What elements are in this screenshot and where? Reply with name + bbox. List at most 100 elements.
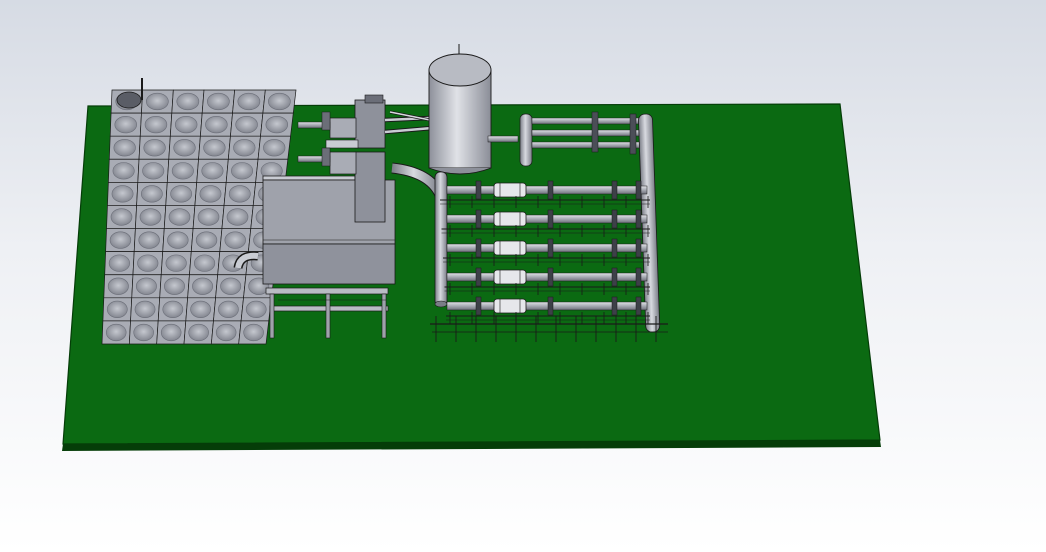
valve-body[interactable] bbox=[547, 296, 554, 316]
tank-panel bbox=[105, 228, 136, 252]
tank-manhole bbox=[116, 91, 142, 109]
skid-leg bbox=[381, 293, 387, 339]
tank-panel bbox=[157, 297, 189, 322]
manifold-riser bbox=[519, 113, 533, 167]
tank-panel bbox=[135, 205, 167, 229]
tank-panel bbox=[139, 112, 173, 137]
tank-panel bbox=[104, 251, 135, 276]
valve-body bbox=[321, 111, 331, 131]
manifold-pipe bbox=[531, 117, 643, 125]
tank-panel bbox=[185, 297, 216, 322]
tank-panel bbox=[198, 135, 231, 160]
valve-body[interactable] bbox=[547, 209, 554, 229]
valve-body bbox=[591, 111, 599, 153]
tank-panel bbox=[201, 89, 236, 114]
valve-body[interactable] bbox=[635, 209, 642, 229]
valve-body[interactable] bbox=[475, 180, 482, 200]
tank-panel bbox=[199, 112, 233, 137]
tank-panel bbox=[166, 158, 199, 183]
valve-body bbox=[321, 147, 331, 167]
tank-panel bbox=[103, 274, 134, 299]
tank-panel bbox=[257, 135, 291, 160]
tank-panel bbox=[227, 135, 261, 160]
tank-panel bbox=[223, 182, 257, 206]
tank-panel bbox=[183, 320, 214, 345]
tank-panel bbox=[225, 158, 259, 183]
tank-panel bbox=[136, 182, 168, 206]
tank-panel bbox=[107, 158, 140, 183]
tank-panel bbox=[109, 112, 142, 137]
filter-housing[interactable] bbox=[493, 298, 527, 314]
skid-enclosure-top bbox=[262, 175, 356, 181]
valve-body[interactable] bbox=[475, 267, 482, 287]
tank-panel bbox=[107, 182, 139, 206]
tank-panel bbox=[221, 205, 254, 229]
skid-leg bbox=[269, 293, 275, 339]
valve-body[interactable] bbox=[635, 238, 642, 258]
tank-panel bbox=[163, 205, 196, 229]
valve-body bbox=[629, 113, 637, 155]
pump-motor bbox=[354, 151, 386, 223]
valve-body[interactable] bbox=[475, 209, 482, 229]
tank-panel bbox=[210, 320, 242, 345]
tank-panel bbox=[194, 182, 227, 206]
valve-body[interactable] bbox=[611, 180, 618, 200]
valve-body[interactable] bbox=[635, 296, 642, 316]
valve-body[interactable] bbox=[611, 238, 618, 258]
tank-panel bbox=[192, 205, 225, 229]
valve-body[interactable] bbox=[611, 267, 618, 287]
filter-housing[interactable] bbox=[493, 211, 527, 227]
pump-motor-cap bbox=[364, 94, 384, 104]
valve-body[interactable] bbox=[611, 209, 618, 229]
tank-panel bbox=[260, 112, 294, 137]
valve-body[interactable] bbox=[635, 180, 642, 200]
tank-panel bbox=[133, 228, 165, 252]
tank-panel bbox=[102, 297, 133, 322]
tank-panel bbox=[156, 320, 187, 345]
valve-body[interactable] bbox=[547, 238, 554, 258]
tank-panel bbox=[137, 158, 170, 183]
tank-panel bbox=[108, 135, 141, 160]
valve-body[interactable] bbox=[475, 238, 482, 258]
skid-frame-rail bbox=[265, 287, 389, 295]
vessel-outlet bbox=[487, 135, 519, 143]
tank-panel bbox=[230, 112, 264, 137]
tank-panel bbox=[130, 297, 161, 322]
valve-body[interactable] bbox=[611, 296, 618, 316]
tank-panel bbox=[232, 89, 266, 114]
vessel-top bbox=[428, 53, 492, 87]
valve-body[interactable] bbox=[635, 267, 642, 287]
tank-panel bbox=[165, 182, 198, 206]
pump-base bbox=[325, 139, 359, 149]
pump-head bbox=[329, 117, 357, 139]
tank-panel bbox=[168, 135, 201, 160]
valve-body[interactable] bbox=[475, 296, 482, 316]
tank-panel bbox=[128, 320, 159, 345]
tank-panel bbox=[189, 251, 221, 276]
tank-panel bbox=[213, 297, 244, 322]
tank-panel bbox=[215, 274, 247, 299]
tank-panel bbox=[262, 89, 297, 114]
tank-panel bbox=[159, 274, 190, 299]
tank-panel bbox=[187, 274, 219, 299]
skid-leg bbox=[325, 293, 331, 339]
pump-motor bbox=[354, 99, 386, 149]
tank-panel bbox=[219, 228, 252, 252]
graphics-viewport[interactable] bbox=[0, 0, 1046, 552]
cad-model-view[interactable] bbox=[0, 0, 1046, 552]
tank-panel bbox=[169, 112, 203, 137]
manifold-pipe bbox=[531, 141, 643, 149]
skid-enclosure-lower bbox=[262, 243, 396, 285]
tank-panel bbox=[141, 89, 174, 114]
filter-housing[interactable] bbox=[493, 269, 527, 285]
filter-housing[interactable] bbox=[493, 182, 527, 198]
tank-panel bbox=[162, 228, 194, 252]
tank-panel bbox=[138, 135, 171, 160]
tank-panel bbox=[101, 320, 131, 345]
valve-body[interactable] bbox=[547, 180, 554, 200]
tank-panel bbox=[190, 228, 223, 252]
filter-housing[interactable] bbox=[493, 240, 527, 256]
tank-panel bbox=[196, 158, 229, 183]
tank-panel bbox=[171, 89, 205, 114]
valve-body[interactable] bbox=[547, 267, 554, 287]
